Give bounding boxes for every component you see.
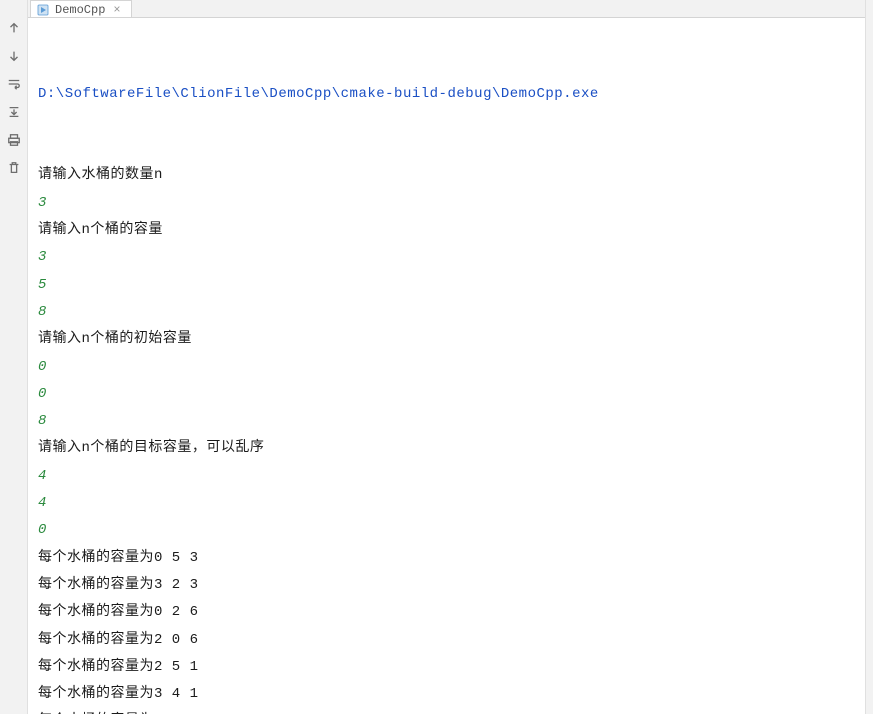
right-strip xyxy=(865,0,873,714)
console-lines: 请输入水桶的数量n3请输入n个桶的容量358请输入n个桶的初始容量008请输入n… xyxy=(38,162,855,714)
user-input-line: 0 xyxy=(38,381,855,408)
user-input-line: 4 xyxy=(38,490,855,517)
user-input-line: 8 xyxy=(38,408,855,435)
user-input-line: 4 xyxy=(38,463,855,490)
user-input-line: 0 xyxy=(38,517,855,544)
main-area: DemoCpp × D:\SoftwareFile\ClionFile\Demo… xyxy=(28,0,865,714)
exe-path: D:\SoftwareFile\ClionFile\DemoCpp\cmake-… xyxy=(38,81,855,108)
user-input-line: 3 xyxy=(38,244,855,271)
output-line: 每个水桶的容量为3 2 3 xyxy=(38,572,855,599)
scroll-to-end-icon[interactable] xyxy=(6,104,22,120)
arrow-down-icon[interactable] xyxy=(6,48,22,64)
output-line: 请输入n个桶的目标容量，可以乱序 xyxy=(38,435,855,462)
output-line: 每个水桶的容量为3 4 1 xyxy=(38,681,855,708)
output-line: 每个水桶的容量为0 4 4 xyxy=(38,708,855,714)
output-line: 每个水桶的容量为0 2 6 xyxy=(38,599,855,626)
output-line: 每个水桶的容量为2 5 1 xyxy=(38,654,855,681)
console-output[interactable]: D:\SoftwareFile\ClionFile\DemoCpp\cmake-… xyxy=(28,18,865,714)
user-input-line: 5 xyxy=(38,272,855,299)
print-icon[interactable] xyxy=(6,132,22,148)
soft-wrap-icon[interactable] xyxy=(6,76,22,92)
output-line: 每个水桶的容量为2 0 6 xyxy=(38,627,855,654)
user-input-line: 8 xyxy=(38,299,855,326)
user-input-line: 0 xyxy=(38,354,855,381)
output-line: 请输入水桶的数量n xyxy=(38,162,855,189)
tab-bar: DemoCpp × xyxy=(28,0,865,18)
trash-icon[interactable] xyxy=(6,160,22,176)
output-line: 请输入n个桶的容量 xyxy=(38,217,855,244)
arrow-up-icon[interactable] xyxy=(6,20,22,36)
output-line: 请输入n个桶的初始容量 xyxy=(38,326,855,353)
user-input-line: 3 xyxy=(38,190,855,217)
tab-label: DemoCpp xyxy=(55,3,105,17)
tab-democpp[interactable]: DemoCpp × xyxy=(30,0,132,18)
tool-gutter xyxy=(0,0,28,714)
run-config-icon xyxy=(37,4,49,16)
tab-close-icon[interactable]: × xyxy=(111,3,122,17)
output-line: 每个水桶的容量为0 5 3 xyxy=(38,545,855,572)
